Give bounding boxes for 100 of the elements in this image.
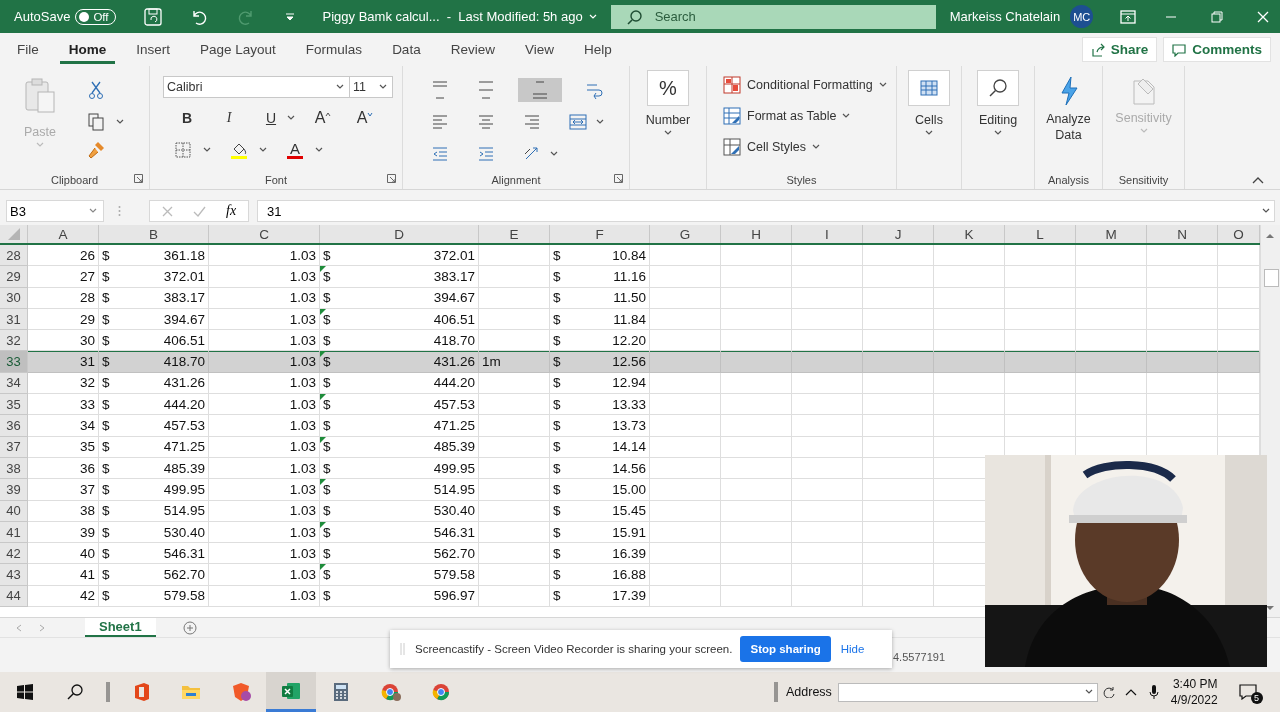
next-sheet-icon[interactable]: [39, 623, 45, 632]
grip-icon[interactable]: [118, 205, 121, 217]
row-header[interactable]: 29: [0, 266, 28, 288]
column-header[interactable]: E: [479, 225, 550, 243]
sheet-tab[interactable]: Sheet1: [85, 618, 156, 637]
row-header[interactable]: 44: [0, 585, 28, 608]
dialog-launcher-icon[interactable]: [387, 174, 396, 183]
ribbon-tab[interactable]: Review: [441, 35, 504, 64]
table-cell: [721, 479, 792, 501]
currency-symbol: $: [323, 311, 331, 327]
styles-menu-button[interactable]: Cell Styles: [723, 131, 821, 162]
check-icon[interactable]: [193, 205, 206, 217]
styles-menu-button[interactable]: Format as Table: [723, 100, 851, 131]
column-header[interactable]: J: [863, 225, 934, 243]
cell-value: 12.56: [612, 354, 646, 370]
italic-button[interactable]: I: [215, 106, 243, 130]
bold-button[interactable]: B: [173, 106, 201, 130]
decrease-font-size-button[interactable]: A: [351, 106, 379, 130]
column-header[interactable]: C: [209, 225, 320, 243]
column-header[interactable]: I: [792, 225, 863, 243]
ribbon-tab[interactable]: Insert: [127, 35, 180, 64]
ribbon-tab[interactable]: File: [8, 35, 48, 64]
row-header[interactable]: 41: [0, 521, 28, 544]
column-header[interactable]: L: [1005, 225, 1076, 243]
taskbar-app-button[interactable]: [266, 672, 316, 712]
hide-link[interactable]: Hide: [840, 643, 865, 655]
column-header[interactable]: F: [550, 225, 650, 243]
editing-button[interactable]: Editing: [977, 70, 1019, 189]
row-header[interactable]: 32: [0, 330, 28, 352]
collapse-ribbon-icon[interactable]: [1252, 176, 1264, 184]
ribbon-tab[interactable]: Formulas: [296, 35, 372, 64]
row-header[interactable]: 35: [0, 394, 28, 416]
font-color-button[interactable]: A: [281, 138, 309, 162]
scroll-down-icon[interactable]: [1265, 605, 1275, 611]
search-field[interactable]: Search: [610, 4, 936, 29]
cancel-icon[interactable]: [162, 205, 173, 217]
comments-button[interactable]: Comments: [1163, 37, 1271, 62]
row-header[interactable]: 34: [0, 372, 28, 395]
previous-sheet-icon[interactable]: [16, 623, 22, 632]
ribbon-tab[interactable]: View: [515, 35, 563, 64]
ribbon-display-icon[interactable]: [1120, 9, 1137, 24]
add-sheet-icon[interactable]: [182, 620, 197, 635]
restore-icon[interactable]: [1211, 10, 1224, 23]
row-header[interactable]: 40: [0, 500, 28, 522]
font-name-field[interactable]: Calibri: [163, 76, 350, 98]
close-icon[interactable]: [1257, 10, 1270, 23]
currency-symbol: $: [323, 354, 331, 370]
refresh-icon[interactable]: [1102, 686, 1115, 698]
column-header[interactable]: D: [320, 225, 479, 243]
document-title-button[interactable]: Piggy Bamk calcul... - Last Modified: 5h ago: [322, 9, 597, 24]
row-header[interactable]: 31: [0, 308, 28, 331]
address-label: Address: [786, 685, 832, 699]
customize-caret-icon[interactable]: [284, 11, 295, 22]
row-header[interactable]: 43: [0, 564, 28, 586]
scroll-thumb[interactable]: [1264, 269, 1279, 287]
currency-symbol: $: [553, 439, 561, 455]
row-header[interactable]: 33: [0, 351, 28, 373]
column-header[interactable]: B: [99, 225, 209, 243]
column-header[interactable]: K: [934, 225, 1005, 243]
ribbon-tab[interactable]: Page Layout: [191, 35, 285, 64]
row-header[interactable]: 30: [0, 287, 28, 309]
save-icon[interactable]: [142, 6, 163, 27]
row-header[interactable]: 36: [0, 415, 28, 437]
ribbon-tab[interactable]: Home: [59, 35, 116, 64]
cell-value: 457.53: [163, 418, 205, 433]
row-header[interactable]: 38: [0, 457, 28, 480]
cells-button[interactable]: Cells: [908, 70, 950, 189]
row-header[interactable]: 42: [0, 543, 28, 565]
column-header[interactable]: G: [650, 225, 721, 243]
share-button[interactable]: Share: [1081, 37, 1158, 62]
column-header[interactable]: N: [1147, 225, 1218, 243]
column-header[interactable]: M: [1076, 225, 1147, 243]
separator-grip-icon: [106, 681, 110, 703]
stop-sharing-button[interactable]: Stop sharing: [740, 636, 831, 662]
bottom-align-button[interactable]: [518, 78, 562, 102]
show-hidden-icons-icon[interactable]: [1124, 688, 1137, 696]
microphone-icon[interactable]: [1148, 684, 1159, 700]
underline-button[interactable]: U: [257, 106, 285, 130]
currency-symbol: $: [553, 354, 561, 370]
ribbon-tab[interactable]: Help: [574, 35, 621, 64]
row-header[interactable]: 28: [0, 245, 28, 267]
number-button[interactable]: % Number: [645, 70, 691, 189]
insert-function-button[interactable]: fx: [226, 203, 237, 219]
row-header[interactable]: 39: [0, 479, 28, 501]
column-header[interactable]: H: [721, 225, 792, 243]
drag-handle-icon[interactable]: [400, 643, 405, 655]
cell-value: 33: [79, 396, 95, 412]
address-field[interactable]: [837, 682, 1098, 702]
dialog-launcher-icon[interactable]: [614, 174, 623, 183]
notification-center-button[interactable]: 5: [1227, 672, 1268, 712]
font-size-field[interactable]: 11: [350, 76, 393, 98]
name-box[interactable]: B3: [6, 200, 104, 222]
formula-input[interactable]: 31: [257, 200, 1275, 222]
row-header[interactable]: 37: [0, 436, 28, 458]
increase-font-size-button[interactable]: A: [309, 106, 337, 130]
ribbon-tab[interactable]: Data: [383, 35, 430, 64]
styles-menu-button[interactable]: Conditional Formatting: [723, 69, 887, 100]
dialog-launcher-icon[interactable]: [134, 174, 143, 183]
column-header[interactable]: A: [28, 225, 99, 243]
user-avatar[interactable]: MC: [1070, 5, 1094, 28]
